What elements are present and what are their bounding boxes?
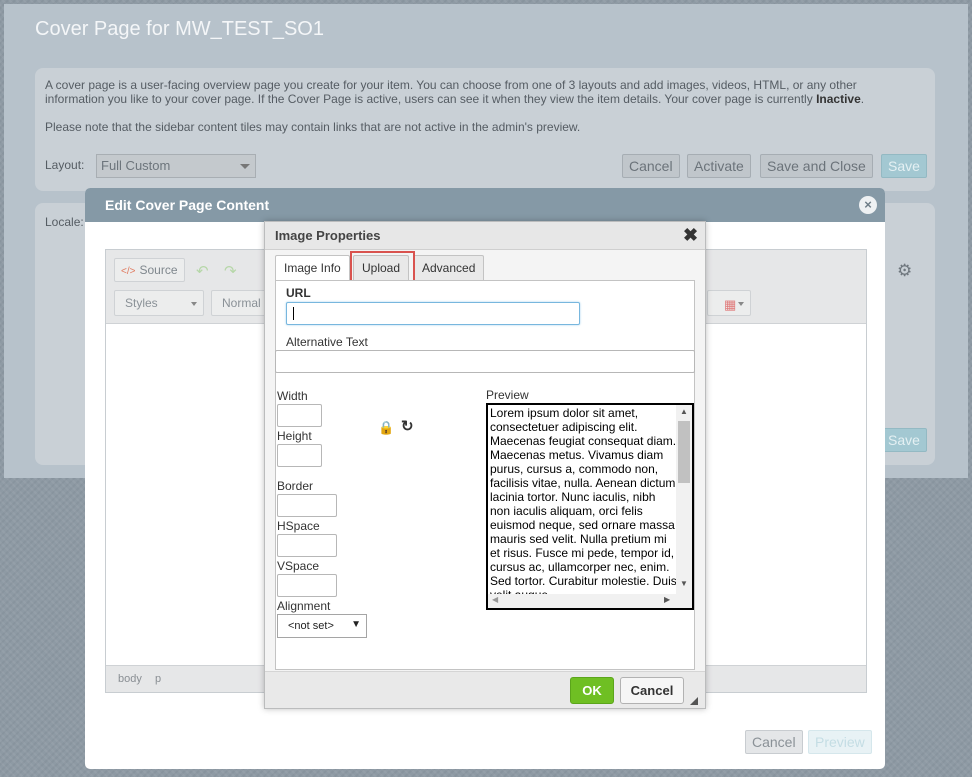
alt-text-input[interactable] xyxy=(275,350,695,373)
path-body[interactable]: body xyxy=(118,673,142,685)
cover-cancel-button[interactable]: Cancel xyxy=(622,154,680,178)
locale-save-button[interactable]: Save xyxy=(881,428,927,452)
ok-button[interactable]: OK xyxy=(570,677,614,704)
chevron-down-icon xyxy=(240,164,250,169)
height-label: Height xyxy=(277,429,312,443)
layout-select[interactable]: Full Custom xyxy=(96,154,256,178)
modal-cancel-button[interactable]: Cancel xyxy=(745,730,803,754)
page-title: Cover Page for MW_TEST_SO1 xyxy=(35,18,324,40)
tab-advanced[interactable]: Advanced xyxy=(413,255,485,280)
preview-text: Lorem ipsum dolor sit amet, consectetuer… xyxy=(490,406,677,596)
locale-label: Locale: xyxy=(45,215,84,229)
close-icon[interactable]: × xyxy=(859,196,877,214)
format-label: Normal xyxy=(222,296,261,310)
resize-grip-icon[interactable] xyxy=(690,697,698,705)
url-input[interactable] xyxy=(286,302,580,325)
table-button[interactable]: ▦ xyxy=(707,290,751,316)
source-button[interactable]: </> Source xyxy=(114,258,185,282)
path-p[interactable]: p xyxy=(155,673,161,685)
source-icon: </> xyxy=(121,266,136,277)
table-icon: ▦ xyxy=(724,297,737,312)
width-input[interactable] xyxy=(277,404,322,427)
save-and-close-button[interactable]: Save and Close xyxy=(760,154,873,178)
preview-label: Preview xyxy=(486,388,529,402)
scroll-down-icon[interactable]: ▼ xyxy=(680,579,688,588)
redo-icon[interactable]: ↷ xyxy=(224,262,237,280)
reset-size-icon[interactable]: ↻ xyxy=(401,417,414,435)
preview-horizontal-scrollbar[interactable]: ◀ ▶ xyxy=(488,594,692,608)
styles-dropdown[interactable]: Styles xyxy=(114,290,204,316)
dialog-header: Image Properties ✖ xyxy=(265,222,705,250)
undo-icon[interactable]: ↶ xyxy=(196,262,209,280)
info-line-2: information you like to your cover page.… xyxy=(45,92,813,106)
cancel-button[interactable]: Cancel xyxy=(620,677,684,704)
alignment-value: <not set> xyxy=(288,620,334,632)
info-line-1: A cover page is a user-facing overview p… xyxy=(45,78,857,92)
cover-status: Inactive xyxy=(816,92,861,106)
alignment-label: Alignment xyxy=(277,599,331,613)
format-dropdown[interactable]: Normal xyxy=(211,290,271,316)
close-icon[interactable]: ✖ xyxy=(683,225,698,246)
modal-title: Edit Cover Page Content xyxy=(105,197,270,213)
url-label: URL xyxy=(286,286,311,300)
text-cursor xyxy=(293,307,294,320)
hspace-input[interactable] xyxy=(277,534,337,557)
save-button[interactable]: Save xyxy=(881,154,927,178)
info-text: A cover page is a user-facing overview p… xyxy=(45,78,895,106)
source-label: Source xyxy=(139,263,178,277)
hspace-label: HSpace xyxy=(277,519,320,533)
admin-preview-note: Please note that the sidebar content til… xyxy=(45,120,581,134)
width-label: Width xyxy=(277,389,308,403)
preview-pane: Lorem ipsum dolor sit amet, consectetuer… xyxy=(486,403,694,610)
tab-image-info[interactable]: Image Info xyxy=(275,255,350,281)
activate-button[interactable]: Activate xyxy=(687,154,751,178)
modal-header: Edit Cover Page Content × xyxy=(85,188,885,222)
preview-button[interactable]: Preview xyxy=(808,730,872,754)
border-input[interactable] xyxy=(277,494,337,517)
preview-vertical-scrollbar[interactable]: ▲ ▼ xyxy=(676,405,692,594)
alt-text-label: Alternative Text xyxy=(286,335,368,349)
dialog-body: URL Alternative Text Width Height 🔒 ↻ Bo… xyxy=(275,280,695,670)
gear-icon[interactable]: ⚙ xyxy=(897,261,912,281)
styles-label: Styles xyxy=(125,296,158,310)
lock-icon[interactable]: 🔒 xyxy=(378,420,394,436)
layout-value: Full Custom xyxy=(101,158,171,173)
layout-label: Layout: xyxy=(45,158,85,172)
scroll-left-icon[interactable]: ◀ xyxy=(492,595,498,604)
vspace-label: VSpace xyxy=(277,559,320,573)
chevron-down-icon xyxy=(738,302,744,306)
height-input[interactable] xyxy=(277,444,322,467)
scroll-thumb[interactable] xyxy=(678,421,690,483)
border-label: Border xyxy=(277,479,314,493)
scroll-up-icon[interactable]: ▲ xyxy=(680,407,688,416)
alignment-select[interactable]: <not set> ▼ xyxy=(277,614,367,638)
info-period: . xyxy=(860,92,865,106)
dropdown-arrow-icon: ▼ xyxy=(351,619,361,630)
image-properties-dialog: Image Properties ✖ Image Info Upload Adv… xyxy=(264,221,706,709)
vspace-input[interactable] xyxy=(277,574,337,597)
chevron-down-icon xyxy=(191,302,197,306)
dialog-title: Image Properties xyxy=(275,228,381,243)
dialog-footer: OK Cancel xyxy=(265,671,705,708)
scroll-right-icon[interactable]: ▶ xyxy=(664,595,670,604)
